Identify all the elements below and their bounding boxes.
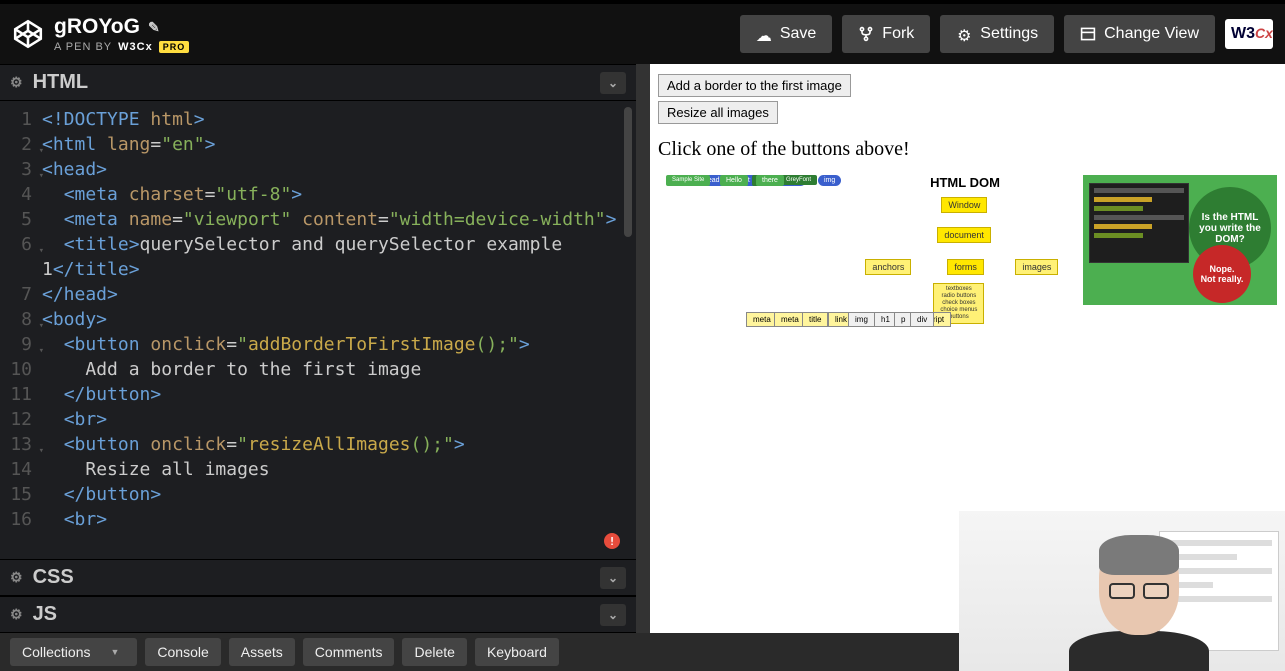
dom-tree-image-1: html head body title h1 p Sample Site He… xyxy=(658,175,847,315)
promo-image: Is the HTML you write the DOM? Nope. Not… xyxy=(1083,175,1277,305)
code-line[interactable]: 10 Add a border to the first image xyxy=(0,357,636,382)
code-line[interactable]: 13▾ <button onclick="resizeAllImages();"… xyxy=(0,432,636,457)
gear-icon[interactable]: ⚙ xyxy=(10,569,23,586)
settings-button[interactable]: ⚙ Settings xyxy=(940,15,1054,53)
fork-icon xyxy=(858,26,874,42)
webcam-overlay xyxy=(959,511,1285,671)
code-line[interactable]: 11 </button> xyxy=(0,382,636,407)
error-indicator[interactable]: ! xyxy=(604,533,620,549)
html-dom-image: HTML DOM Window document anchors forms i… xyxy=(855,175,1074,335)
pro-badge: PRO xyxy=(159,41,190,53)
img-box2: img xyxy=(848,312,875,327)
code-line[interactable]: 15 </button> xyxy=(0,482,636,507)
css-pane-label: CSS xyxy=(33,566,74,589)
answer-circle: Nope. Not really. xyxy=(1193,245,1251,303)
code-line[interactable]: 16 <br> xyxy=(0,507,636,532)
pen-subtitle: A PEN BY W3Cx PRO xyxy=(54,41,189,53)
codepen-logo xyxy=(12,18,44,50)
gear-icon[interactable]: ⚙ xyxy=(10,606,23,623)
fork-label: Fork xyxy=(882,25,914,43)
keyboard-button[interactable]: Keyboard xyxy=(475,638,559,666)
html-pane-header[interactable]: ⚙ HTML ⌄ xyxy=(0,64,636,101)
greyfont-node: GreyFont xyxy=(780,175,817,185)
brand-cx: Cx xyxy=(1255,25,1273,41)
code-line[interactable]: 1<!DOCTYPE html> xyxy=(0,107,636,132)
author-link[interactable]: W3Cx xyxy=(118,41,153,53)
div-box2: div xyxy=(910,312,934,327)
layout-icon xyxy=(1080,26,1096,42)
js-pane-header[interactable]: ⚙ JS ⌄ xyxy=(0,596,636,633)
topbar: gROYoG ✎ A PEN BY W3Cx PRO ☁ Save Fork ⚙ S… xyxy=(0,0,1285,64)
code-line[interactable]: 8▾<body> xyxy=(0,307,636,332)
chevron-down-icon[interactable]: ⌄ xyxy=(600,72,626,94)
delete-button[interactable]: Delete xyxy=(402,638,466,666)
change-view-button[interactable]: Change View xyxy=(1064,15,1215,53)
editors-column: ⚙ HTML ⌄ ! 1<!DOCTYPE html>2▾<html lang="… xyxy=(0,64,650,633)
scrollbar-thumb[interactable] xyxy=(624,107,632,237)
subtitle-prefix: A PEN BY xyxy=(54,41,112,53)
html-pane-label: HTML xyxy=(33,71,89,94)
gear-icon: ⚙ xyxy=(956,26,972,42)
change-view-label: Change View xyxy=(1104,25,1199,43)
img-node: img xyxy=(818,175,841,186)
css-pane-header[interactable]: ⚙ CSS ⌄ xyxy=(0,559,636,596)
html-code-editor[interactable]: ! 1<!DOCTYPE html>2▾<html lang="en">3▾<h… xyxy=(0,101,636,559)
collections-dropdown[interactable]: Collections ▼ xyxy=(10,638,137,666)
code-line[interactable]: 6▾ <title>querySelector and querySelecto… xyxy=(0,232,636,257)
caret-down-icon: ▼ xyxy=(110,647,119,657)
code-line[interactable]: 5 <meta name="viewport" content="width=d… xyxy=(0,207,636,232)
collections-label: Collections xyxy=(22,644,90,660)
anchors-box: anchors xyxy=(865,259,911,275)
image-row: html head body title h1 p Sample Site He… xyxy=(658,175,1277,335)
save-button[interactable]: ☁ Save xyxy=(740,15,832,53)
code-line[interactable]: 1</title> xyxy=(0,257,636,282)
there-node: there xyxy=(756,175,784,186)
add-border-button[interactable]: Add a border to the first image xyxy=(658,74,851,97)
gear-icon[interactable]: ⚙ xyxy=(10,74,23,91)
sample-node: Sample Site xyxy=(666,175,710,186)
code-screenshot xyxy=(1089,183,1189,263)
comments-button[interactable]: Comments xyxy=(303,638,395,666)
fork-button[interactable]: Fork xyxy=(842,15,930,53)
title-box: title xyxy=(802,312,828,327)
chevron-down-icon[interactable]: ⌄ xyxy=(600,604,626,626)
instruction-text: Click one of the buttons above! xyxy=(658,138,1277,161)
code-line[interactable]: 3▾<head> xyxy=(0,157,636,182)
settings-label: Settings xyxy=(980,25,1038,43)
window-box: Window xyxy=(941,197,987,213)
presenter xyxy=(1069,521,1209,671)
cloud-icon: ☁ xyxy=(756,26,772,42)
assets-button[interactable]: Assets xyxy=(229,638,295,666)
pen-title[interactable]: gROYoG ✎ xyxy=(54,15,189,39)
pen-title-text: gROYoG xyxy=(54,15,140,39)
dom-tree-image-2: window document html head body meta meta… xyxy=(746,312,956,462)
console-button[interactable]: Console xyxy=(145,638,220,666)
code-line[interactable]: 2▾<html lang="en"> xyxy=(0,132,636,157)
resize-images-button[interactable]: Resize all images xyxy=(658,101,778,124)
w3cx-avatar[interactable]: W3Cx xyxy=(1225,19,1273,49)
pencil-icon[interactable]: ✎ xyxy=(148,19,160,36)
code-line[interactable]: 12 <br> xyxy=(0,407,636,432)
brand-w3: W3 xyxy=(1231,25,1255,42)
forms-box: forms xyxy=(947,259,984,275)
document-box: document xyxy=(937,227,991,243)
hello-node: Hello xyxy=(720,175,748,186)
code-line[interactable]: 7</head> xyxy=(0,282,636,307)
code-line[interactable]: 14 Resize all images xyxy=(0,457,636,482)
code-line[interactable]: 9▾ <button onclick="addBorderToFirstImag… xyxy=(0,332,636,357)
dom-title: HTML DOM xyxy=(855,175,1074,190)
code-line[interactable]: 4 <meta charset="utf-8"> xyxy=(0,182,636,207)
js-pane-label: JS xyxy=(33,603,57,626)
save-label: Save xyxy=(780,25,816,43)
chevron-down-icon[interactable]: ⌄ xyxy=(600,567,626,589)
images-box: images xyxy=(1015,259,1058,275)
